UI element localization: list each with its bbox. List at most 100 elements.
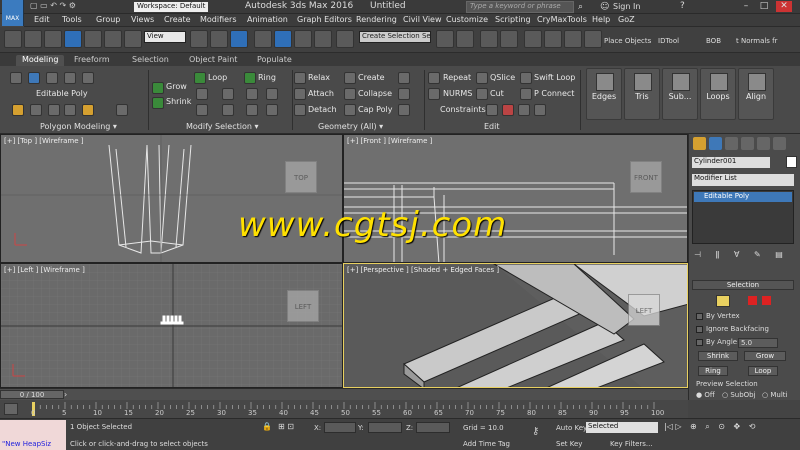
modifier-icon-1[interactable] [12,104,24,116]
tris-button[interactable]: Tris [624,68,660,120]
viewport-front-label[interactable]: [+] [Front ] [Wireframe ] [347,137,432,145]
tab-freeform[interactable]: Freeform [74,55,110,64]
ring-option-icon-4[interactable] [266,104,278,116]
place-objects-button[interactable]: Place Objects [604,37,651,45]
viewcube-left[interactable]: LEFT [287,290,319,322]
material-editor-icon[interactable] [564,30,582,48]
curve-editor-icon[interactable] [524,30,542,48]
constraint-edge-icon[interactable] [502,104,514,116]
preview-multi-radio[interactable]: ○ Multi [762,391,787,399]
repeat-button[interactable]: Repeat [443,73,471,82]
select-move-icon[interactable] [64,30,82,48]
idtool-button[interactable]: IDTool [658,37,679,45]
ring-option-icon-1[interactable] [246,88,258,100]
scale-icon[interactable] [104,30,122,48]
tab-populate[interactable]: Populate [257,55,292,64]
vertex-mode-icon[interactable] [716,295,730,307]
manipulate-icon[interactable] [230,30,248,48]
cut-button[interactable]: Cut [490,89,504,98]
key-selection-dropdown[interactable]: Selected [586,422,658,433]
stack-toolbar-icons[interactable]: ⊣ ǁ ∀ ✎ ▤ [694,250,794,262]
modify-selection-group-label[interactable]: Modify Selection ▾ [186,122,258,131]
menu-graph-editors[interactable]: Graph Editors [297,15,352,24]
create-icon[interactable] [344,72,356,84]
key-filters-button[interactable]: Key Filters... [610,440,653,448]
auto-key-button[interactable]: Auto Key [556,424,587,432]
modify-tab-icon[interactable] [709,137,722,150]
menu-create[interactable]: Create [164,15,191,24]
cap-poly-button[interactable]: Cap Poly [358,105,393,114]
modifier-icon-2[interactable] [30,104,42,116]
utilities-tab-icon[interactable] [773,137,786,150]
edit-group-label[interactable]: Edit [484,122,500,131]
edges-button[interactable]: Edges [586,68,622,120]
align-icon[interactable] [456,30,474,48]
viewport-perspective-label[interactable]: [+] [Perspective ] [Shaded + Edged Faces… [347,266,499,274]
viewcube-perspective[interactable]: LEFT [628,294,660,326]
align-button[interactable]: Align [738,68,774,120]
hierarchy-tab-icon[interactable] [725,137,738,150]
layer-icon[interactable] [480,30,498,48]
polygon-icon[interactable] [64,72,76,84]
modifier-icon-4[interactable] [64,104,76,116]
time-slider[interactable]: 0 / 100 › [0,388,688,400]
timeline-toggle-icon[interactable] [4,403,18,415]
geometry-extra-icon-2[interactable] [398,88,410,100]
border-icon[interactable] [46,72,58,84]
object-color-swatch[interactable] [786,156,797,168]
shrink-icon[interactable] [152,97,164,109]
edit-named-sets-icon[interactable] [336,30,354,48]
modifier-list-dropdown[interactable]: Modifier List [692,174,794,186]
bob-button[interactable]: BOB [706,37,721,45]
workspace-dropdown[interactable]: Workspace: Default [134,2,209,12]
app-logo[interactable]: MAX [2,0,24,26]
x-coord-field[interactable] [324,422,356,433]
quick-access-icons[interactable]: ▢ ▭ ↶ ↷ ⚙ [30,1,76,10]
polygon-modeling-group-label[interactable]: Polygon Modeling ▾ [40,122,117,131]
ring-option-icon-3[interactable] [246,104,258,116]
selection-rollout-header[interactable]: Selection [692,280,794,290]
modifier-icon-3[interactable] [48,104,60,116]
polygon-mode-icon[interactable] [748,296,757,305]
motion-tab-icon[interactable] [741,137,754,150]
viewport-perspective[interactable]: [+] [Perspective ] [Shaded + Edged Faces… [343,263,688,388]
angle-value-input[interactable]: 5.0 [738,338,778,348]
viewcube-front[interactable]: FRONT [630,161,662,193]
polygon-extra-icon[interactable] [116,104,128,116]
menu-goz[interactable]: GoZ [618,15,635,24]
relax-icon[interactable] [294,72,306,84]
loop-button[interactable]: Loop [208,73,227,82]
menu-customize[interactable]: Customize [446,15,488,24]
collapse-icon[interactable] [344,88,356,100]
by-vertex-checkbox[interactable] [696,313,703,320]
maximize-button[interactable]: □ [756,1,772,12]
attach-icon[interactable] [294,88,306,100]
viewport-left-label[interactable]: [+] [Left ] [Wireframe ] [4,266,85,274]
loop-button[interactable]: Loop [748,366,778,376]
vertex-icon[interactable] [10,72,22,84]
menu-tools[interactable]: Tools [62,15,82,24]
ring-button[interactable]: Ring [698,366,728,376]
named-selection-set-dropdown[interactable]: Create Selection Se [359,31,431,43]
select-icon[interactable] [44,30,62,48]
viewport-left[interactable]: [+] [Left ] [Wireframe ] LEFT [0,263,343,388]
grow-button[interactable]: Grow [166,82,187,91]
transform-mode-icons[interactable]: ⊞ ⊡ [278,422,308,432]
time-slider-thumb[interactable]: 0 / 100 [0,390,64,399]
reference-coordinate-dropdown[interactable]: View [144,31,186,43]
ring-icon[interactable] [244,72,256,84]
loop-icon[interactable] [194,72,206,84]
time-next-icon[interactable]: › [64,390,74,399]
menu-group[interactable]: Group [96,15,120,24]
shrink-button[interactable]: Shrink [166,97,191,106]
menu-scripting[interactable]: Scripting [495,15,531,24]
search-icon[interactable]: ⌕ [578,2,588,12]
tab-modeling[interactable]: Modeling [16,55,65,66]
qslice-icon[interactable] [476,72,488,84]
sign-in-link[interactable]: Sign In [613,2,640,11]
grow-button[interactable]: Grow [744,351,786,361]
loop-option-icon-3[interactable] [196,104,208,116]
ring-button[interactable]: Ring [258,73,276,82]
add-time-tag-button[interactable]: Add Time Tag [463,440,510,448]
viewport-top-label[interactable]: [+] [Top ] [Wireframe ] [4,137,83,145]
